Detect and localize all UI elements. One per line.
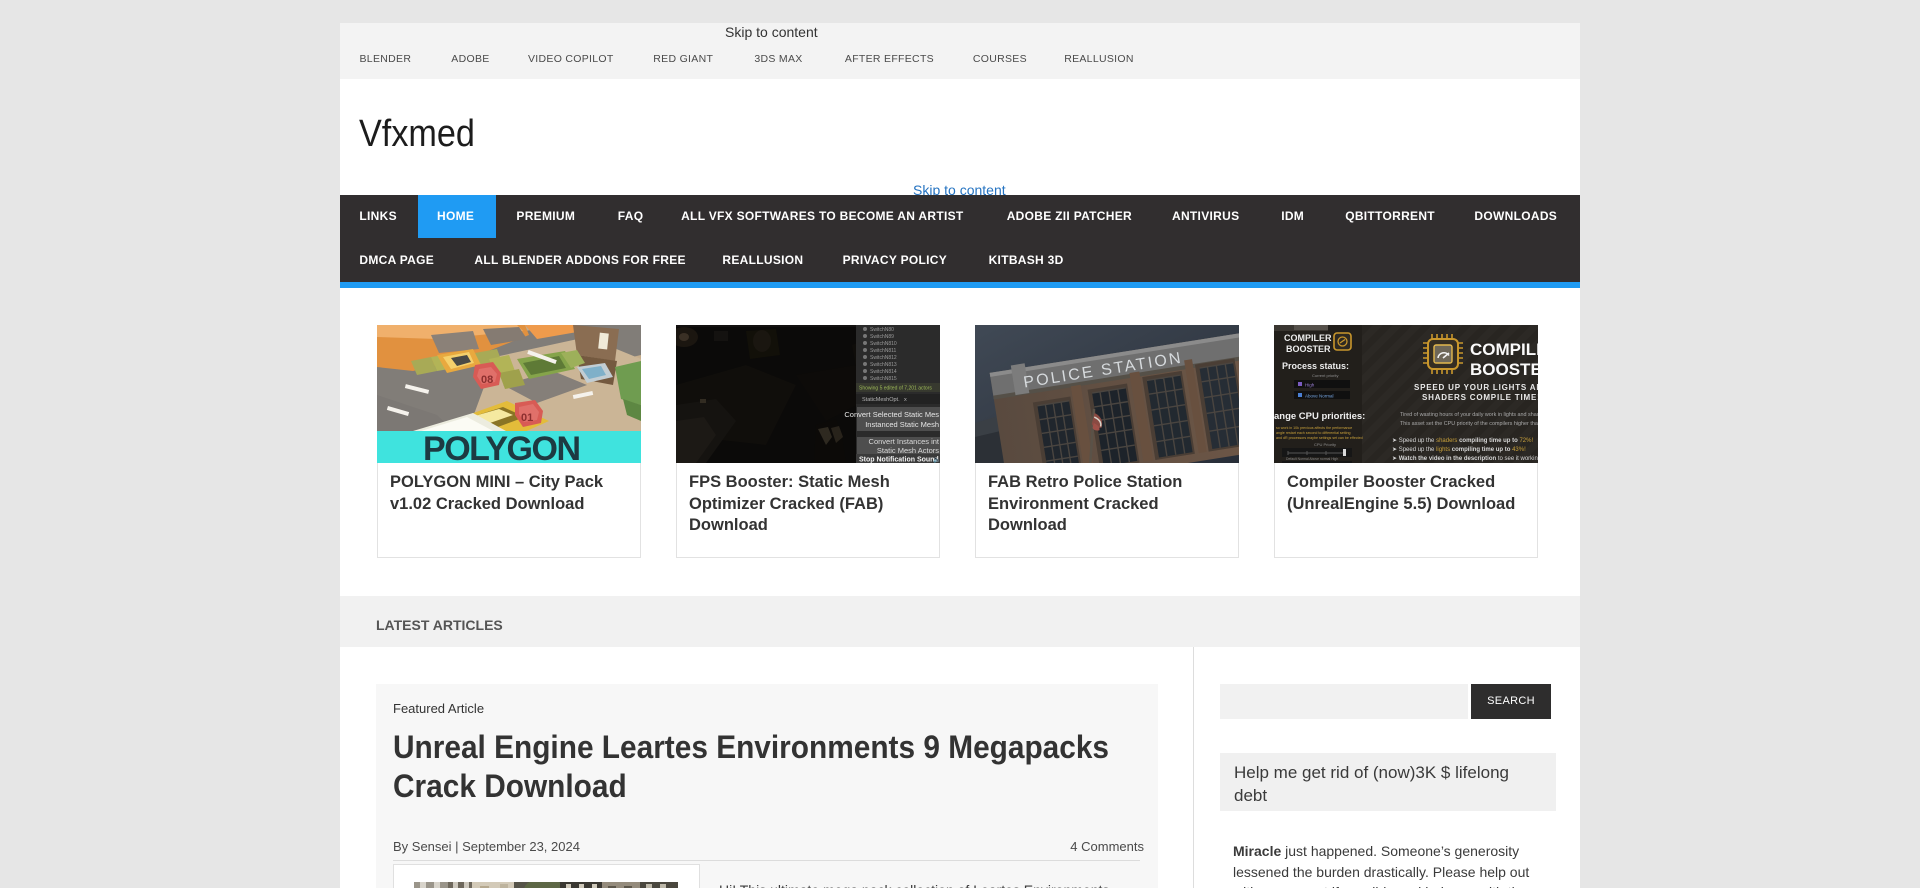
svg-text:High: High [1305,383,1315,388]
svg-text:Static Mesh Actors: Static Mesh Actors [877,446,939,455]
svg-text:SPEED UP YOUR LIGHTS AND: SPEED UP YOUR LIGHTS AND [1414,383,1538,392]
svg-text:SwitchN814: SwitchN814 [870,369,897,375]
svg-text:🔈: 🔈 [933,457,940,464]
svg-text:StaticMeshOpt.: StaticMeshOpt. [862,397,900,403]
svg-text:SwitchN810: SwitchN810 [870,341,897,347]
svg-text:This asset set the CPU priorit: This asset set the CPU priority of the c… [1400,421,1538,427]
svg-text:so work in 10k previous affect: so work in 10k previous affects the perf… [1276,426,1352,430]
svg-text:➤ Speed up the shaders compili: ➤ Speed up the shaders compiling time up… [1392,438,1533,444]
svg-text:Convert Instances int: Convert Instances int [869,437,940,446]
svg-text:COMPILER: COMPILER [1284,333,1332,343]
svg-text:and dR processors maybe settin: and dR processors maybe settings set can… [1276,436,1363,440]
svg-text:BOOSTER: BOOSTER [1470,360,1538,379]
svg-text:angle restart each second to: angle restart each second to differentia… [1276,431,1350,435]
svg-text:➤ Speed up the lights compilin: ➤ Speed up the lights compiling time up … [1392,447,1526,453]
svg-text:Stop Notification Sound: Stop Notification Sound [859,457,939,464]
svg-text:Instanced Static Mesh: Instanced Static Mesh [865,420,939,429]
svg-text:➤ Watch the video in the descr: ➤ Watch the video in the description to … [1392,456,1538,462]
svg-text:Convert Selected Static Mes: Convert Selected Static Mes [844,410,939,419]
svg-text:SwitchN80: SwitchN80 [870,327,894,333]
svg-text:POLYGON: POLYGON [423,430,581,463]
svg-text:Showing 5 edited of 7,201 acto: Showing 5 edited of 7,201 actors [859,386,932,392]
svg-text:Above Normal: Above Normal [1305,394,1334,399]
svg-text:SwitchN812: SwitchN812 [870,355,897,361]
svg-text:08: 08 [481,374,493,386]
svg-text:Current priority: Current priority [1312,373,1338,378]
svg-text:SwitchN89: SwitchN89 [870,334,894,340]
svg-text:Tired of wasting hours of your: Tired of wasting hours of your daily wor… [1400,412,1538,418]
svg-text:SwitchN811: SwitchN811 [870,348,897,354]
svg-text:Process status:: Process status: [1282,361,1349,371]
svg-text:COMPILER: COMPILER [1470,340,1538,359]
svg-text:CPU Priority: CPU Priority [1314,442,1336,447]
svg-text:Default Normal Above n: Default Normal Above normal High [1286,457,1338,461]
svg-text:01: 01 [521,412,533,424]
svg-text:SwitchN813: SwitchN813 [870,362,897,368]
svg-text:x: x [904,397,907,403]
svg-text:SHADERS COMPILE TIME!: SHADERS COMPILE TIME! [1422,393,1538,402]
svg-text:SwitchN815: SwitchN815 [870,376,897,382]
svg-text:ange CPU priorities:: ange CPU priorities: [1274,411,1365,422]
svg-text:BOOSTER: BOOSTER [1286,344,1331,354]
